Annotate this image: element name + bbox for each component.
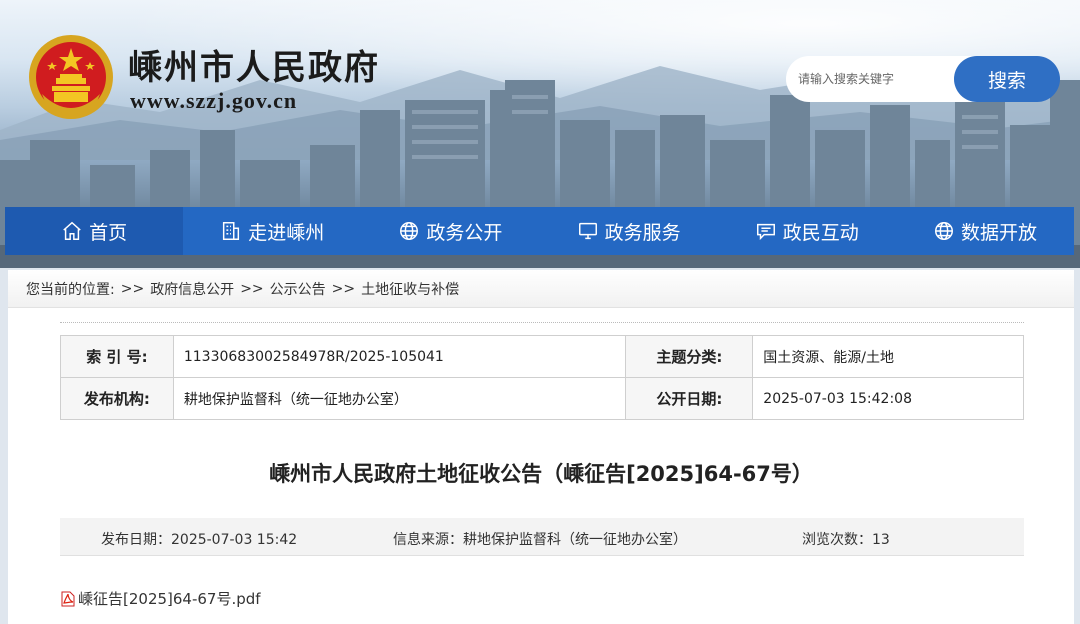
views-value: 13	[872, 532, 890, 548]
site-url: www.szzj.gov.cn	[130, 88, 298, 113]
main-nav: 首页 走进嵊州 政务公开 政务服务 政民互动 数据开放	[5, 207, 1074, 255]
globe-icon	[400, 222, 419, 240]
search-box: 搜索	[786, 56, 1062, 102]
info-source: 信息来源：耕地保护监督科（统一征地办公室）	[393, 529, 687, 549]
breadcrumb-separator: >>	[240, 280, 264, 297]
site-title: 嵊州市人民政府	[128, 48, 380, 88]
nav-item-home[interactable]: 首页	[5, 207, 184, 255]
breadcrumb-prefix: 您当前的位置:	[26, 281, 115, 298]
breadcrumb-link-notices[interactable]: 公示公告	[270, 279, 326, 299]
pdf-icon	[61, 591, 75, 606]
article-title: 嵊州市人民政府土地征收公告（嵊征告[2025]64-67号）	[269, 462, 813, 486]
meta-table: 索 引 号: 11330683002584978R/2025-105041 主题…	[60, 335, 1024, 420]
monitor-icon	[578, 222, 597, 240]
search-button[interactable]: 搜索	[954, 56, 1060, 102]
attachment-filename: 嵊征告[2025]64-67号.pdf	[78, 590, 261, 608]
publish-date: 发布日期：2025-07-03 15:42	[101, 529, 297, 549]
publish-date-label: 发布日期：	[101, 532, 171, 548]
publisher-label: 发布机构:	[60, 377, 174, 420]
public-date-value: 2025-07-03 15:42:08	[752, 377, 1024, 420]
views-label: 浏览次数：	[802, 532, 872, 548]
nav-item-gov-service[interactable]: 政务服务	[540, 207, 718, 255]
nav-item-label: 政务服务	[604, 221, 681, 244]
divider	[60, 322, 1024, 323]
content-panel: 您当前的位置: >> 政府信息公开 >> 公示公告 >> 土地征收与补偿 索 引…	[8, 270, 1074, 624]
view-count: 浏览次数：13	[802, 529, 890, 549]
topic-label: 主题分类:	[625, 335, 754, 378]
publisher-value: 耕地保护监督科（统一征地办公室）	[172, 377, 627, 420]
table-row: 索 引 号: 11330683002584978R/2025-105041 主题…	[60, 335, 1024, 378]
national-emblem-icon	[29, 35, 113, 119]
nav-item-label: 数据开放	[960, 221, 1037, 244]
topic-value: 国土资源、能源/土地	[752, 335, 1024, 378]
index-label: 索 引 号:	[60, 335, 174, 378]
home-icon	[63, 221, 81, 240]
nav-item-open-data[interactable]: 数据开放	[896, 207, 1074, 255]
public-date-label: 公开日期:	[625, 377, 754, 420]
index-value: 11330683002584978R/2025-105041	[172, 335, 627, 378]
nav-item-interaction[interactable]: 政民互动	[718, 207, 896, 255]
nav-item-label: 政民互动	[782, 221, 859, 244]
publish-date-value: 2025-07-03 15:42	[171, 532, 298, 548]
table-row: 发布机构: 耕地保护监督科（统一征地办公室） 公开日期: 2025-07-03 …	[60, 377, 1024, 420]
chat-icon	[756, 223, 775, 241]
source-value: 耕地保护监督科（统一征地办公室）	[463, 532, 687, 548]
building-icon	[223, 222, 240, 240]
article-info-bar: 发布日期：2025-07-03 15:42 信息来源：耕地保护监督科（统一征地办…	[60, 518, 1024, 556]
breadcrumb-link-land[interactable]: 土地征收与补偿	[361, 279, 459, 299]
breadcrumb-separator: >>	[331, 280, 356, 297]
breadcrumb-link-gov-info[interactable]: 政府信息公开	[150, 279, 234, 299]
breadcrumb-separator: >>	[120, 280, 145, 297]
nav-item-label: 首页	[89, 221, 128, 244]
nav-item-label: 政务公开	[426, 221, 503, 244]
nav-item-gov-open[interactable]: 政务公开	[361, 207, 539, 255]
source-label: 信息来源：	[393, 532, 463, 548]
nav-item-label: 走进嵊州	[248, 221, 325, 244]
breadcrumb: 您当前的位置: >> 政府信息公开 >> 公示公告 >> 土地征收与补偿	[8, 270, 1074, 308]
nav-item-about[interactable]: 走进嵊州	[183, 207, 361, 255]
attachment-link[interactable]: 嵊征告[2025]64-67号.pdf	[60, 588, 261, 609]
globe-icon	[934, 222, 953, 240]
